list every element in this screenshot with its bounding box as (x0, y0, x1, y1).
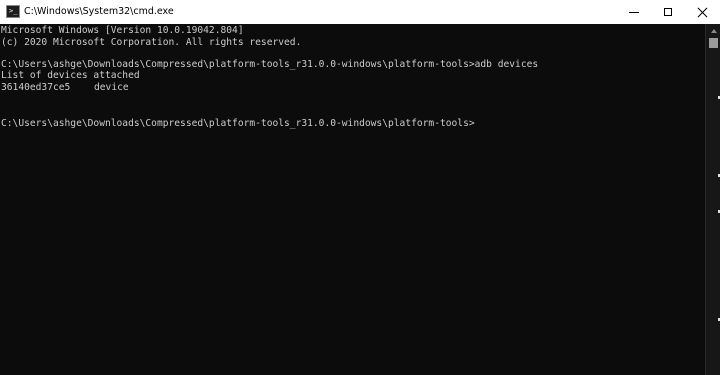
maximize-button[interactable] (653, 0, 683, 24)
title-bar[interactable]: >_ C:\Windows\System32\cmd.exe (0, 0, 720, 25)
cmd-icon[interactable]: >_ (6, 5, 20, 18)
chevron-up-icon (710, 29, 717, 33)
window-title: C:\Windows\System32\cmd.exe (24, 6, 174, 17)
scroll-up-button[interactable] (706, 24, 720, 38)
console-line-version: Microsoft Windows [Version 10.0.19042.80… (1, 25, 244, 36)
console-device-serial: 36140ed37ce5 (1, 82, 71, 93)
close-icon (697, 7, 708, 18)
console-output[interactable]: Microsoft Windows [Version 10.0.19042.80… (0, 24, 705, 375)
cmd-window: >_ C:\Windows\System32\cmd.exe Microsoft… (0, 0, 720, 375)
console-line-copyright: (c) 2020 Microsoft Corporation. All righ… (1, 37, 302, 48)
maximize-icon (664, 8, 672, 16)
vertical-scrollbar[interactable] (705, 24, 720, 375)
minimize-button[interactable] (619, 0, 649, 24)
scroll-thumb[interactable] (709, 38, 718, 48)
console-line-devices-header: List of devices attached (1, 70, 140, 81)
minimize-icon (629, 11, 639, 13)
close-button[interactable] (687, 0, 717, 24)
console-line-prompt[interactable]: C:\Users\ashge\Downloads\Compressed\plat… (1, 118, 475, 130)
console-device-status: device (94, 82, 129, 93)
